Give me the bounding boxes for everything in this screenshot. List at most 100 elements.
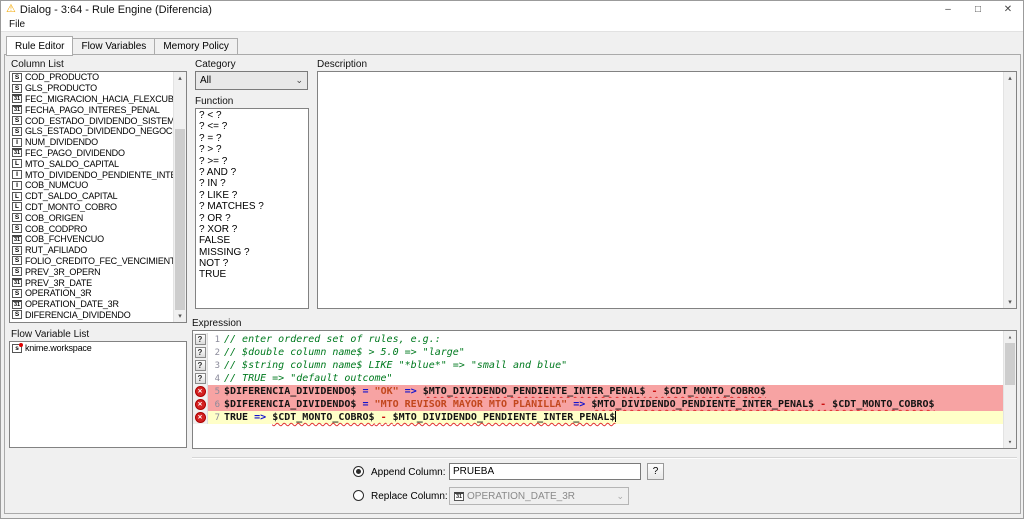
column-item[interactable]: S DIFERENCIA_DIVIDENDO [10,310,173,321]
type-icon-I: I [12,137,22,147]
expression-line[interactable]: ? 4 // TRUE => "default outcome" [193,372,1003,385]
column-item[interactable]: S OPERATION_3R [10,288,173,299]
function-item[interactable]: ? MATCHES ? [196,201,308,212]
column-item[interactable]: S COD_ESTADO_DIVIDENDO_SISTEMA [10,115,173,126]
column-item[interactable]: 31 OPERATION_DATE_3R [10,299,173,310]
replace-column-radio[interactable] [353,490,364,501]
column-item[interactable]: S COD_PRODUCTO [10,72,173,83]
function-item[interactable]: ? XOR ? [196,224,308,235]
function-item[interactable]: ? IN ? [196,178,308,189]
expression-line[interactable]: ? 1 // enter ordered set of rules, e.g.: [193,333,1003,346]
column-item[interactable]: S PREV_3R_OPERN [10,266,173,277]
column-name: OPERATION_DATE_3R [25,299,119,310]
scroll-down-icon[interactable]: ▾ [1004,296,1016,308]
scroll-track[interactable] [1004,84,1016,296]
maximize-button[interactable]: □ [963,1,993,18]
scroll-thumb[interactable] [175,129,185,310]
tab-flow-variables[interactable]: Flow Variables [72,38,156,55]
chevron-down-icon: ⌄ [616,490,624,501]
expression-line[interactable]: ? 2 // $double column name$ > 5.0 => "larg… [193,346,1003,359]
column-item[interactable]: I NUM_DIVIDENDO [10,137,173,148]
column-item[interactable]: L MTO_SALDO_CAPITAL [10,158,173,169]
column-item[interactable]: L CDT_MONTO_COBRO [10,202,173,213]
flow-variable-list-label: Flow Variable List [11,329,90,340]
type-icon-S: S [12,245,22,255]
column-name: MTO_SALDO_CAPITAL [25,158,119,169]
separator [192,457,1017,459]
help-button[interactable]: ? [647,463,664,480]
replace-column-label[interactable]: Replace Column: [371,491,448,502]
column-item[interactable]: 31 FEC_MIGRACION_HACIA_FLEXCUBE [10,94,173,105]
expression-scrollbar[interactable]: ▴ ▾ [1003,331,1016,448]
gutter: ? [193,359,208,372]
menu-file[interactable]: File [9,19,25,30]
column-list-scrollbar[interactable]: ▴ ▾ [173,72,186,322]
column-name: CDT_SALDO_CAPITAL [25,191,118,202]
append-column-input[interactable] [449,463,641,480]
column-item[interactable]: IMTO_DIVIDENDO_PENDIENTE_INTER_PENAL [10,169,173,180]
column-item[interactable]: I COB_NUMCUO [10,180,173,191]
function-item[interactable]: NOT ? [196,258,308,269]
expression-line[interactable]: ✕ 5 $DIFERENCIA_DIVIDENDO$ = "OK" => $MTO_… [193,385,1003,398]
scroll-up-icon[interactable]: ▴ [174,72,186,84]
column-item[interactable]: 31 FECHA_PAGO_INTERES_PENAL [10,104,173,115]
tab-rule-editor[interactable]: Rule Editor [6,36,74,56]
function-item[interactable]: ? OR ? [196,213,308,224]
rule-error-icon: ✕ [194,386,206,397]
minimize-button[interactable]: – [933,1,963,18]
flow-variable-list-box[interactable]: s knime.workspace [9,341,187,448]
line-number: 4 [214,373,220,384]
append-column-radio[interactable] [353,466,364,477]
column-item[interactable]: 31 PREV_3R_DATE [10,277,173,288]
scroll-track[interactable] [174,84,186,310]
category-select[interactable]: All ⌄ [195,71,308,90]
expression-line[interactable]: ? 3 // $string column name$ LIKE "*blue*" … [193,359,1003,372]
expression-line[interactable]: ✕ 7 TRUE => $CDT_MONTO_COBRO$ - $MTO_DIVID… [193,411,1003,424]
column-item[interactable]: S COB_ORIGEN [10,212,173,223]
expression-editor[interactable]: ? 1// enter ordered set of rules, e.g.:? 2… [192,330,1017,449]
title-bar[interactable]: ⚠ Dialog - 3:64 - Rule Engine (Diferenci… [1,1,1023,18]
scroll-down-icon[interactable]: ▾ [174,310,186,322]
column-item[interactable]: L CDT_SALDO_CAPITAL [10,191,173,202]
type-icon-L: L [12,191,22,201]
column-name: RUT_AFILIADO [25,245,88,256]
scroll-thumb[interactable] [1005,343,1015,385]
function-item[interactable]: ? LIKE ? [196,190,308,201]
function-item[interactable]: ? > ? [196,144,308,155]
gutter: ? [193,372,208,385]
column-list-box[interactable]: S COD_PRODUCTO S GLS_PRODUCTO 31 FEC_MIGRACIO… [9,71,187,323]
column-item[interactable]: 31 FEC_PAGO_DIVIDENDO [10,148,173,159]
column-item[interactable]: S COB_CODPRO [10,223,173,234]
date-type-icon: 31 [454,491,464,501]
function-item[interactable]: ? <= ? [196,121,308,132]
column-item[interactable]: S FOLIO_CREDITO_FEC_VENCIMIENTO [10,256,173,267]
column-item[interactable]: S GLS_ESTADO_DIVIDENDO_NEGOCIO [10,126,173,137]
category-value: All [200,75,212,86]
close-button[interactable]: ✕ [993,1,1023,18]
column-name: DIFERENCIA_DIVIDENDO [25,309,131,320]
function-item[interactable]: ? >= ? [196,156,308,167]
date-type-icon: 31 [12,94,22,104]
rule-error-icon: ✕ [194,399,206,410]
append-column-label[interactable]: Append Column: [371,467,446,478]
scroll-down-icon[interactable]: ▾ [1004,436,1016,448]
function-item[interactable]: ? < ? [196,110,308,121]
function-item[interactable]: ? AND ? [196,167,308,178]
function-list-box[interactable]: ? < ?? <= ?? = ?? > ?? >= ?? AND ?? IN ?… [195,108,309,309]
function-item[interactable]: ? = ? [196,133,308,144]
scroll-up-icon[interactable]: ▴ [1004,331,1016,343]
flow-variable-item[interactable]: s knime.workspace [10,343,186,354]
rule-help-icon: ? [194,334,206,345]
expression-line[interactable]: ✕ 6 $DIFERENCIA_DIVIDENDO$ = "MTO REVISOR … [193,398,1003,411]
tab-memory-policy[interactable]: Memory Policy [154,38,238,55]
function-item[interactable]: MISSING ? [196,247,308,258]
column-item[interactable]: 31 COB_FCHVENCUO [10,234,173,245]
column-item[interactable]: S RUT_AFILIADO [10,245,173,256]
scroll-track[interactable] [1004,343,1016,436]
scroll-up-icon[interactable]: ▴ [1004,72,1016,84]
column-item[interactable]: S GLS_PRODUCTO [10,83,173,94]
function-item[interactable]: FALSE [196,235,308,246]
description-scrollbar[interactable]: ▴ ▾ [1003,72,1016,308]
function-item[interactable]: TRUE [196,269,308,280]
line-number: 1 [214,334,220,345]
